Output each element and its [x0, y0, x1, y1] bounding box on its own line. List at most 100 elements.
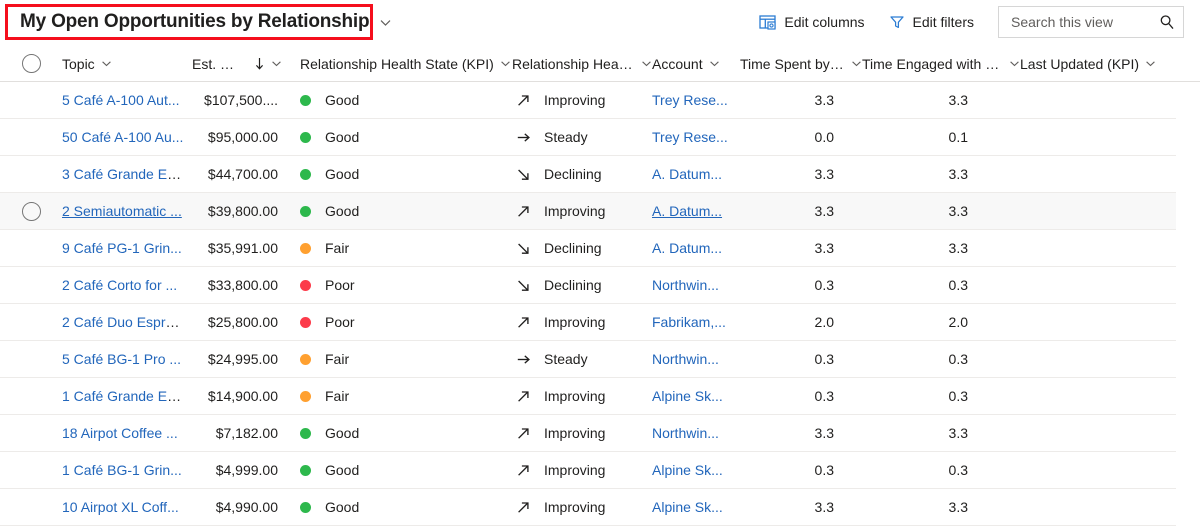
account-link[interactable]: Alpine Sk... [652, 388, 723, 404]
row-select-checkbox[interactable] [0, 91, 62, 110]
cell-topic[interactable]: 3 Café Grande Es... [62, 166, 192, 182]
topic-link[interactable]: 1 Café Grande Es... [62, 388, 186, 404]
row-select-checkbox[interactable] [0, 313, 62, 332]
cell-account[interactable]: A. Datum... [652, 203, 740, 219]
account-link[interactable]: Fabrikam,... [652, 314, 726, 330]
table-row[interactable]: 50 Café A-100 Au...$95,000.00GoodSteadyT… [0, 119, 1176, 156]
cell-account[interactable]: Alpine Sk... [652, 499, 740, 515]
row-select-checkbox[interactable] [0, 461, 62, 480]
cell-topic[interactable]: 5 Café BG-1 Pro ... [62, 351, 192, 367]
cell-topic[interactable]: 5 Café A-100 Aut... [62, 92, 192, 108]
edit-columns-button[interactable]: Edit columns [747, 5, 876, 39]
cell-account[interactable]: Alpine Sk... [652, 462, 740, 478]
cell-topic[interactable]: 2 Café Duo Espre... [62, 314, 192, 330]
table-row[interactable]: 5 Café A-100 Aut...$107,500....GoodImpro… [0, 82, 1176, 119]
circle-checkbox-icon[interactable] [22, 202, 41, 221]
row-select-checkbox[interactable] [0, 128, 62, 147]
cell-account[interactable]: A. Datum... [652, 240, 740, 256]
account-link[interactable]: Northwin... [652, 277, 719, 293]
account-link[interactable]: Northwin... [652, 351, 719, 367]
table-row[interactable]: 9 Café PG-1 Grin...$35,991.00FairDeclini… [0, 230, 1176, 267]
cell-account[interactable]: Northwin... [652, 425, 740, 441]
cell-topic[interactable]: 1 Café BG-1 Grin... [62, 462, 192, 478]
account-link[interactable]: A. Datum... [652, 203, 722, 219]
row-select-checkbox[interactable] [0, 239, 62, 258]
row-select-checkbox[interactable] [0, 387, 62, 406]
topic-link[interactable]: 50 Café A-100 Au... [62, 129, 183, 145]
table-row[interactable]: 2 Café Duo Espre...$25,800.00PoorImprovi… [0, 304, 1176, 341]
account-link[interactable]: A. Datum... [652, 240, 722, 256]
account-link[interactable]: Trey Rese... [652, 92, 728, 108]
topic-link[interactable]: 2 Semiautomatic ... [62, 203, 182, 219]
row-select-checkbox[interactable] [0, 498, 62, 517]
column-header-last[interactable]: Last Updated (KPI) [1020, 56, 1166, 72]
cell-topic[interactable]: 1 Café Grande Es... [62, 388, 192, 404]
account-link[interactable]: Alpine Sk... [652, 499, 723, 515]
search-input[interactable] [1009, 13, 1159, 31]
table-row[interactable]: 2 Semiautomatic ...$39,800.00GoodImprovi… [0, 193, 1176, 230]
column-header-topic[interactable]: Topic [62, 56, 192, 72]
column-header-est[interactable]: Est. Re... [192, 56, 282, 72]
column-header-health[interactable]: Relationship Health State (KPI) [282, 56, 512, 72]
row-select-checkbox[interactable] [0, 202, 62, 221]
account-link[interactable]: A. Datum... [652, 166, 722, 182]
cell-topic[interactable]: 2 Café Corto for ... [62, 277, 192, 293]
account-link[interactable]: Alpine Sk... [652, 462, 723, 478]
chevron-down-icon[interactable] [851, 58, 862, 69]
chevron-down-icon[interactable] [500, 58, 511, 69]
cell-topic[interactable]: 18 Airpot Coffee ... [62, 425, 192, 441]
sort-descending-arrow-icon[interactable] [254, 57, 265, 70]
table-row[interactable]: 1 Café Grande Es...$14,900.00FairImprovi… [0, 378, 1176, 415]
table-row[interactable]: 3 Café Grande Es...$44,700.00GoodDeclini… [0, 156, 1176, 193]
column-header-account[interactable]: Account [652, 56, 740, 72]
cell-account[interactable]: Alpine Sk... [652, 388, 740, 404]
search-icon[interactable] [1159, 14, 1175, 30]
account-link[interactable]: Northwin... [652, 425, 719, 441]
topic-link[interactable]: 5 Café A-100 Aut... [62, 92, 180, 108]
table-row[interactable]: 5 Café BG-1 Pro ...$24,995.00FairSteadyN… [0, 341, 1176, 378]
cell-account[interactable]: Fabrikam,... [652, 314, 740, 330]
circle-checkbox-icon[interactable] [22, 54, 41, 73]
table-row[interactable]: 1 Café BG-1 Grin...$4,999.00GoodImprovin… [0, 452, 1176, 489]
chevron-down-icon[interactable] [1145, 58, 1156, 69]
topic-link[interactable]: 9 Café PG-1 Grin... [62, 240, 182, 256]
cell-account[interactable]: Northwin... [652, 277, 740, 293]
cell-time-engaged: 3.3 [862, 425, 1020, 441]
cell-topic[interactable]: 10 Airpot XL Coff... [62, 499, 192, 515]
chevron-down-icon[interactable] [101, 58, 112, 69]
cell-topic[interactable]: 9 Café PG-1 Grin... [62, 240, 192, 256]
chevron-down-icon[interactable] [641, 58, 652, 69]
account-link[interactable]: Trey Rese... [652, 129, 728, 145]
cell-account[interactable]: Trey Rese... [652, 92, 740, 108]
search-box[interactable] [998, 6, 1184, 38]
table-row[interactable]: 2 Café Corto for ...$33,800.00PoorDeclin… [0, 267, 1176, 304]
row-select-checkbox[interactable] [0, 350, 62, 369]
column-header-time2[interactable]: Time Engaged with Cust... [862, 56, 1020, 72]
select-all-checkbox[interactable] [0, 54, 62, 73]
chevron-down-icon[interactable] [1009, 58, 1020, 69]
cell-account[interactable]: Northwin... [652, 351, 740, 367]
topic-link[interactable]: 3 Café Grande Es... [62, 166, 186, 182]
view-selector[interactable]: My Open Opportunities by Relationship [5, 4, 373, 40]
topic-link[interactable]: 18 Airpot Coffee ... [62, 425, 178, 441]
chevron-down-icon[interactable] [271, 58, 282, 69]
topic-link[interactable]: 10 Airpot XL Coff... [62, 499, 179, 515]
topic-link[interactable]: 2 Café Corto for ... [62, 277, 177, 293]
cell-topic[interactable]: 50 Café A-100 Au... [62, 129, 192, 145]
column-header-trend[interactable]: Relationship Health ... [512, 56, 652, 72]
topic-link[interactable]: 1 Café BG-1 Grin... [62, 462, 182, 478]
topic-link[interactable]: 2 Café Duo Espre... [62, 314, 185, 330]
cell-topic[interactable]: 2 Semiautomatic ... [62, 203, 192, 219]
topic-link[interactable]: 5 Café BG-1 Pro ... [62, 351, 181, 367]
column-header-time1[interactable]: Time Spent by T... [740, 56, 862, 72]
table-row[interactable]: 18 Airpot Coffee ...$7,182.00GoodImprovi… [0, 415, 1176, 452]
row-select-checkbox[interactable] [0, 165, 62, 184]
edit-filters-button[interactable]: Edit filters [877, 5, 986, 39]
table-row[interactable]: 10 Airpot XL Coff...$4,990.00GoodImprovi… [0, 489, 1176, 526]
row-select-checkbox[interactable] [0, 276, 62, 295]
chevron-down-icon[interactable] [709, 58, 720, 69]
cell-account[interactable]: Trey Rese... [652, 129, 740, 145]
cell-account[interactable]: A. Datum... [652, 166, 740, 182]
chevron-down-icon[interactable] [379, 16, 392, 29]
row-select-checkbox[interactable] [0, 424, 62, 443]
